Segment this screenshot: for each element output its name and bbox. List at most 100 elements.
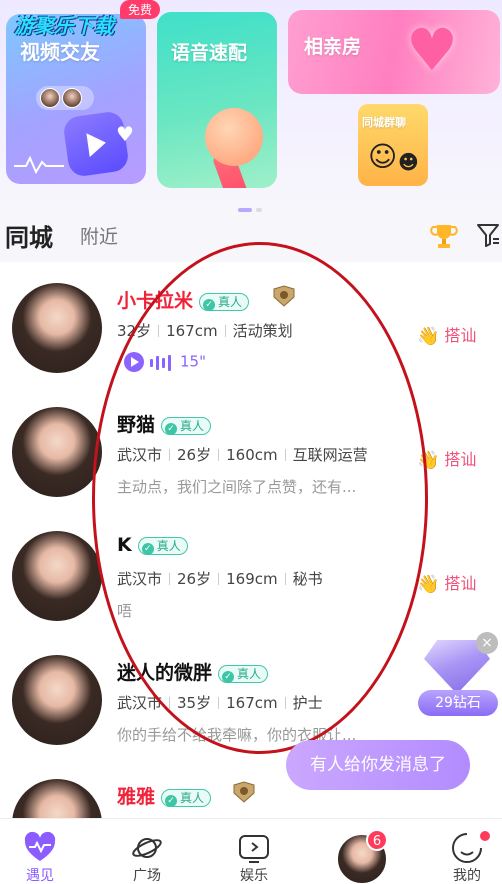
check-icon: ✓ bbox=[165, 422, 178, 435]
verified-badge: ✓ 真人 bbox=[218, 664, 269, 683]
voice-match-title: 语音速配 bbox=[171, 42, 248, 64]
height: 167cm bbox=[226, 694, 278, 712]
free-badge: 免费 bbox=[120, 0, 161, 19]
avatar[interactable] bbox=[12, 407, 102, 497]
greet-button[interactable]: 👋 搭讪 bbox=[417, 322, 476, 347]
local-group-chat-card[interactable]: 同城群聊 ☺ ☻ bbox=[358, 104, 428, 186]
pager-dot bbox=[256, 207, 262, 212]
divider bbox=[158, 325, 160, 337]
greet-label: 搭讪 bbox=[444, 574, 477, 593]
blind-date-room-card[interactable]: 相亲房 ♥ bbox=[288, 10, 500, 94]
user-bio: 唔 bbox=[117, 602, 133, 620]
nav-square[interactable]: 广场 bbox=[107, 819, 187, 884]
voice-match-card[interactable]: 语音速配 bbox=[157, 12, 277, 188]
occupation: 护士 bbox=[292, 694, 323, 712]
height: 160cm bbox=[226, 446, 278, 464]
age: 35岁 bbox=[177, 694, 212, 712]
height: 167cm bbox=[166, 322, 218, 340]
soundwave-icon bbox=[150, 353, 174, 371]
voice-intro[interactable]: 15" bbox=[124, 352, 206, 374]
divider bbox=[169, 697, 171, 709]
wave-hand-icon: 👋 bbox=[417, 574, 440, 595]
planet-icon bbox=[132, 838, 162, 858]
nav-label: 我的 bbox=[453, 868, 481, 884]
video-dating-card[interactable]: 视频交友 ♥ bbox=[6, 14, 146, 184]
online-avatars bbox=[36, 86, 94, 110]
divider bbox=[224, 325, 226, 337]
voice-duration: 15" bbox=[180, 352, 206, 371]
trophy-icon[interactable] bbox=[430, 222, 458, 250]
city: 武汉市 bbox=[117, 694, 163, 712]
notification-dot bbox=[480, 831, 490, 841]
divider bbox=[169, 449, 171, 461]
user-info: 武汉市 26岁 160cm 互联网运营 bbox=[117, 444, 368, 465]
nav-entertainment[interactable]: 娱乐 bbox=[214, 819, 294, 884]
emoji-icon: ☺ bbox=[368, 140, 398, 173]
nav-label: 遇见 bbox=[26, 868, 54, 884]
age: 32岁 bbox=[117, 322, 152, 340]
avatar[interactable] bbox=[12, 655, 102, 745]
new-message-toast[interactable]: 有人给你发消息了 bbox=[286, 740, 470, 790]
local-group-chat-title: 同城群聊 bbox=[362, 116, 406, 129]
divider bbox=[169, 573, 171, 585]
user-info: 武汉市 26岁 169cm 秘书 bbox=[117, 568, 323, 589]
video-dating-title: 视频交友 bbox=[20, 40, 100, 64]
verified-label: 真人 bbox=[180, 790, 205, 805]
avatar[interactable] bbox=[12, 531, 102, 621]
greet-button[interactable]: 👋 搭讪 bbox=[417, 446, 476, 471]
mini-avatar bbox=[40, 88, 60, 108]
greet-label: 搭讪 bbox=[444, 326, 477, 345]
nav-label: 娱乐 bbox=[240, 868, 268, 884]
tab-nearby[interactable]: 附近 bbox=[80, 222, 118, 249]
greet-label: 搭讪 bbox=[444, 450, 477, 469]
level-medal-icon bbox=[273, 285, 295, 307]
user-name-text: 野猫 bbox=[117, 414, 156, 436]
tab-same-city[interactable]: 同城 bbox=[5, 218, 53, 253]
user-name: 小卡拉米 ✓ 真人 bbox=[117, 286, 250, 313]
check-icon: ✓ bbox=[165, 794, 178, 807]
heart-icon: ♥ bbox=[406, 16, 458, 84]
mini-avatar bbox=[62, 88, 82, 108]
age: 26岁 bbox=[177, 446, 212, 464]
list-item[interactable]: 野猫 ✓ 真人 武汉市 26岁 160cm 互联网运营 主动点，我们之间除了点赞，还有..… bbox=[0, 386, 502, 510]
check-icon: ✓ bbox=[222, 670, 235, 683]
heart-icon: ♥ bbox=[116, 122, 134, 146]
banner-area: 视频交友 ♥ 游聚乐下载 免费 语音速配 相亲房 ♥ 同城群聊 ☺ ☻ bbox=[0, 0, 502, 212]
divider bbox=[218, 697, 220, 709]
divider bbox=[284, 449, 286, 461]
list-item[interactable]: 小卡拉米 ✓ 真人 32岁 167cm 活动策划 15" 👋 搭讪 bbox=[0, 262, 502, 386]
divider bbox=[218, 449, 220, 461]
divider bbox=[218, 573, 220, 585]
filter-icon[interactable] bbox=[476, 222, 500, 248]
verified-badge: ✓ 真人 bbox=[161, 788, 212, 807]
user-name: 雅雅 ✓ 真人 bbox=[117, 782, 212, 809]
verified-label: 真人 bbox=[237, 666, 262, 681]
nav-mine[interactable]: 我的 bbox=[427, 819, 502, 884]
user-name-text: 小卡拉米 bbox=[117, 290, 194, 312]
diamond-label: 29钻石 bbox=[418, 690, 498, 716]
microphone-icon bbox=[205, 108, 263, 166]
divider bbox=[284, 573, 286, 585]
check-icon: ✓ bbox=[203, 298, 216, 311]
blind-date-room-title: 相亲房 bbox=[304, 36, 362, 58]
user-info: 武汉市 35岁 167cm 护士 bbox=[117, 692, 323, 713]
age: 26岁 bbox=[177, 570, 212, 588]
verified-label: 真人 bbox=[156, 538, 181, 553]
user-name-text: 迷人的微胖 bbox=[117, 662, 213, 684]
verified-badge: ✓ 真人 bbox=[161, 416, 212, 435]
avatar[interactable] bbox=[12, 283, 102, 373]
occupation: 互联网运营 bbox=[292, 446, 368, 464]
emoji-icon: ☻ bbox=[398, 150, 419, 174]
wave-hand-icon: 👋 bbox=[417, 450, 440, 471]
nav-meet[interactable]: 遇见 bbox=[0, 819, 80, 884]
user-name-text: 雅雅 bbox=[117, 786, 156, 808]
greet-button[interactable]: 👋 搭讪 bbox=[417, 570, 476, 595]
list-item[interactable]: K ✓ 真人 武汉市 26岁 169cm 秘书 唔 👋 搭讪 bbox=[0, 510, 502, 634]
nav-label: 广场 bbox=[133, 868, 161, 884]
user-name: 迷人的微胖 ✓ 真人 bbox=[117, 658, 269, 685]
video-play-icon bbox=[239, 835, 269, 863]
verified-label: 真人 bbox=[180, 418, 205, 433]
close-icon[interactable]: × bbox=[476, 632, 498, 654]
bottom-nav: 遇见 广场 娱乐 6 我的 bbox=[0, 818, 502, 884]
watermark-text: 游聚乐下载 bbox=[14, 14, 114, 38]
